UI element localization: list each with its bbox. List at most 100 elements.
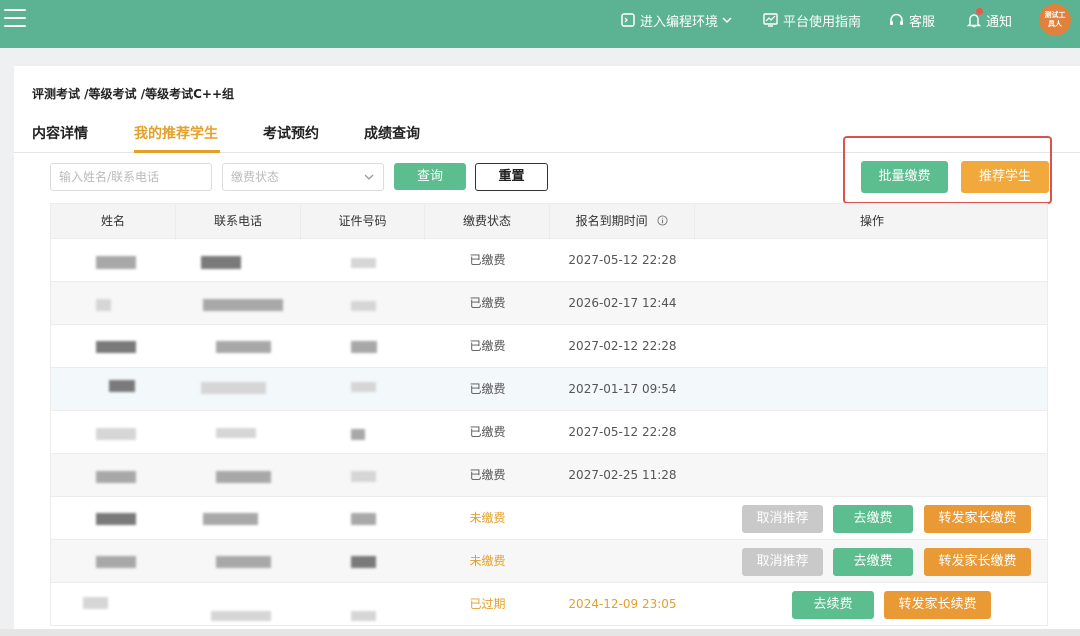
notification-dot [976, 8, 983, 15]
redacted-id [351, 471, 376, 482]
avatar[interactable]: 测试工具人 [1039, 4, 1071, 36]
header-expire-label: 报名到期时间 [575, 214, 648, 228]
pay-button[interactable]: 去缴费 [833, 505, 913, 533]
expire-cell [550, 540, 695, 583]
redacted-phone [216, 556, 271, 568]
redacted-phone [211, 611, 271, 621]
redacted-phone [216, 428, 256, 438]
expire-cell: 2027-02-12 22:28 [568, 339, 677, 353]
service-label: 客服 [909, 14, 936, 30]
redacted-id [351, 429, 365, 440]
redacted-name [96, 256, 136, 269]
tab-content-detail[interactable]: 内容详情 [32, 123, 88, 143]
pay-button[interactable]: 去缴费 [833, 548, 913, 576]
renew-button[interactable]: 去续费 [792, 591, 874, 619]
redacted-phone [216, 471, 271, 483]
expire-cell: 2027-01-17 09:54 [568, 382, 677, 396]
status-cell: 已过期 [469, 597, 506, 611]
expire-cell: 2027-05-12 22:28 [568, 253, 677, 267]
redacted-name [96, 513, 136, 525]
table-row: 已缴费 2026-02-17 12:44 [50, 282, 1048, 325]
table-header: 姓名 联系电话 证件号码 缴费状态 报名到期时间 操作 [50, 203, 1048, 240]
query-button[interactable]: 查询 [394, 163, 466, 190]
redacted-name [96, 341, 136, 353]
avatar-text: 测试工具人 [1044, 11, 1066, 28]
expire-cell: 2027-02-25 11:28 [568, 468, 677, 482]
forward-parent-pay-button[interactable]: 转发家长缴费 [924, 505, 1031, 533]
redacted-phone [203, 513, 258, 525]
terminal-icon [621, 13, 635, 27]
header-expire: 报名到期时间 [550, 204, 695, 240]
status-cell: 已缴费 [469, 339, 506, 353]
active-tab-indicator [134, 150, 220, 153]
redacted-name [109, 380, 135, 392]
redacted-id [351, 258, 376, 268]
search-input[interactable]: 输入姓名/联系电话 [50, 163, 212, 191]
status-select[interactable]: 缴费状态 [222, 163, 384, 191]
tab-exam-booking[interactable]: 考试预约 [263, 123, 319, 143]
redacted-id [351, 611, 376, 621]
status-cell: 已缴费 [469, 253, 506, 267]
header-actions: 操作 [859, 214, 884, 228]
forward-parent-renew-button[interactable]: 转发家长续费 [884, 591, 991, 619]
info-icon[interactable] [657, 215, 668, 226]
tab-score-query[interactable]: 成绩查询 [364, 123, 420, 143]
table-row: 未缴费 取消推荐 去缴费 转发家长缴费 [50, 540, 1048, 583]
header-name: 姓名 [51, 204, 176, 240]
redacted-name [96, 556, 136, 568]
bottom-edge [0, 629, 1080, 636]
guide-link[interactable]: 平台使用指南 [763, 11, 862, 30]
table-row: 已缴费 2027-02-12 22:28 [50, 325, 1048, 368]
redacted-id [351, 341, 377, 353]
headset-icon [890, 13, 903, 25]
redacted-id [351, 556, 376, 568]
table-row: 未缴费 取消推荐 去缴费 转发家长缴费 [50, 497, 1048, 540]
expire-cell: 2024-12-09 23:05 [568, 597, 677, 611]
main-panel: 评测考试 /等级考试 /等级考试C++组 内容详情 我的推荐学生 考试预约 成绩… [14, 66, 1080, 632]
table-row: 已缴费 2027-05-12 22:28 [50, 239, 1048, 282]
status-cell: 已缴费 [469, 296, 506, 310]
redacted-phone [203, 299, 283, 311]
tab-my-students[interactable]: 我的推荐学生 [134, 123, 218, 143]
redacted-phone [201, 382, 266, 394]
redacted-id [351, 382, 376, 392]
reset-button[interactable]: 重置 [475, 163, 548, 191]
chevron-down-icon [722, 17, 732, 24]
guide-label: 平台使用指南 [783, 14, 862, 30]
header-phone: 联系电话 [176, 204, 301, 240]
status-cell: 未缴费 [469, 511, 506, 525]
status-cell: 已缴费 [469, 382, 506, 396]
header-status: 缴费状态 [425, 204, 550, 240]
notify-label: 通知 [986, 14, 1013, 30]
header-id: 证件号码 [301, 204, 425, 240]
redacted-name [96, 471, 136, 483]
redacted-phone [201, 256, 241, 269]
redacted-id [351, 513, 376, 525]
redacted-name [96, 428, 136, 440]
redacted-name [83, 597, 108, 609]
cancel-recommend-button[interactable]: 取消推荐 [742, 548, 823, 576]
status-cell: 已缴费 [469, 468, 506, 482]
service-link[interactable]: 客服 [889, 11, 936, 30]
redacted-id [351, 301, 376, 311]
table-row: 已缴费 2027-05-12 22:28 [50, 411, 1048, 454]
table-row: 已缴费 2027-01-17 09:54 [50, 368, 1048, 411]
cancel-recommend-button[interactable]: 取消推荐 [742, 505, 823, 533]
redacted-phone [216, 341, 271, 353]
expire-cell: 2026-02-17 12:44 [568, 296, 677, 310]
hamburger-icon[interactable] [4, 9, 26, 29]
forward-parent-pay-button[interactable]: 转发家长缴费 [924, 548, 1031, 576]
recommend-student-button[interactable]: 推荐学生 [961, 161, 1049, 193]
search-placeholder: 输入姓名/联系电话 [59, 170, 160, 184]
expire-cell [550, 497, 695, 540]
table-row: 已缴费 2027-02-25 11:28 [50, 454, 1048, 497]
status-cell: 已缴费 [469, 425, 506, 439]
coding-env-menu[interactable]: 进入编程环境 [621, 11, 738, 30]
coding-env-label: 进入编程环境 [640, 14, 719, 30]
redacted-name [96, 299, 111, 311]
monitor-chart-icon [763, 13, 778, 27]
breadcrumb: 评测考试 /等级考试 /等级考试C++组 [32, 87, 235, 101]
batch-pay-button[interactable]: 批量缴费 [861, 161, 948, 193]
expire-cell: 2027-05-12 22:28 [568, 425, 677, 439]
notification-link[interactable]: 通知 [967, 8, 1013, 30]
